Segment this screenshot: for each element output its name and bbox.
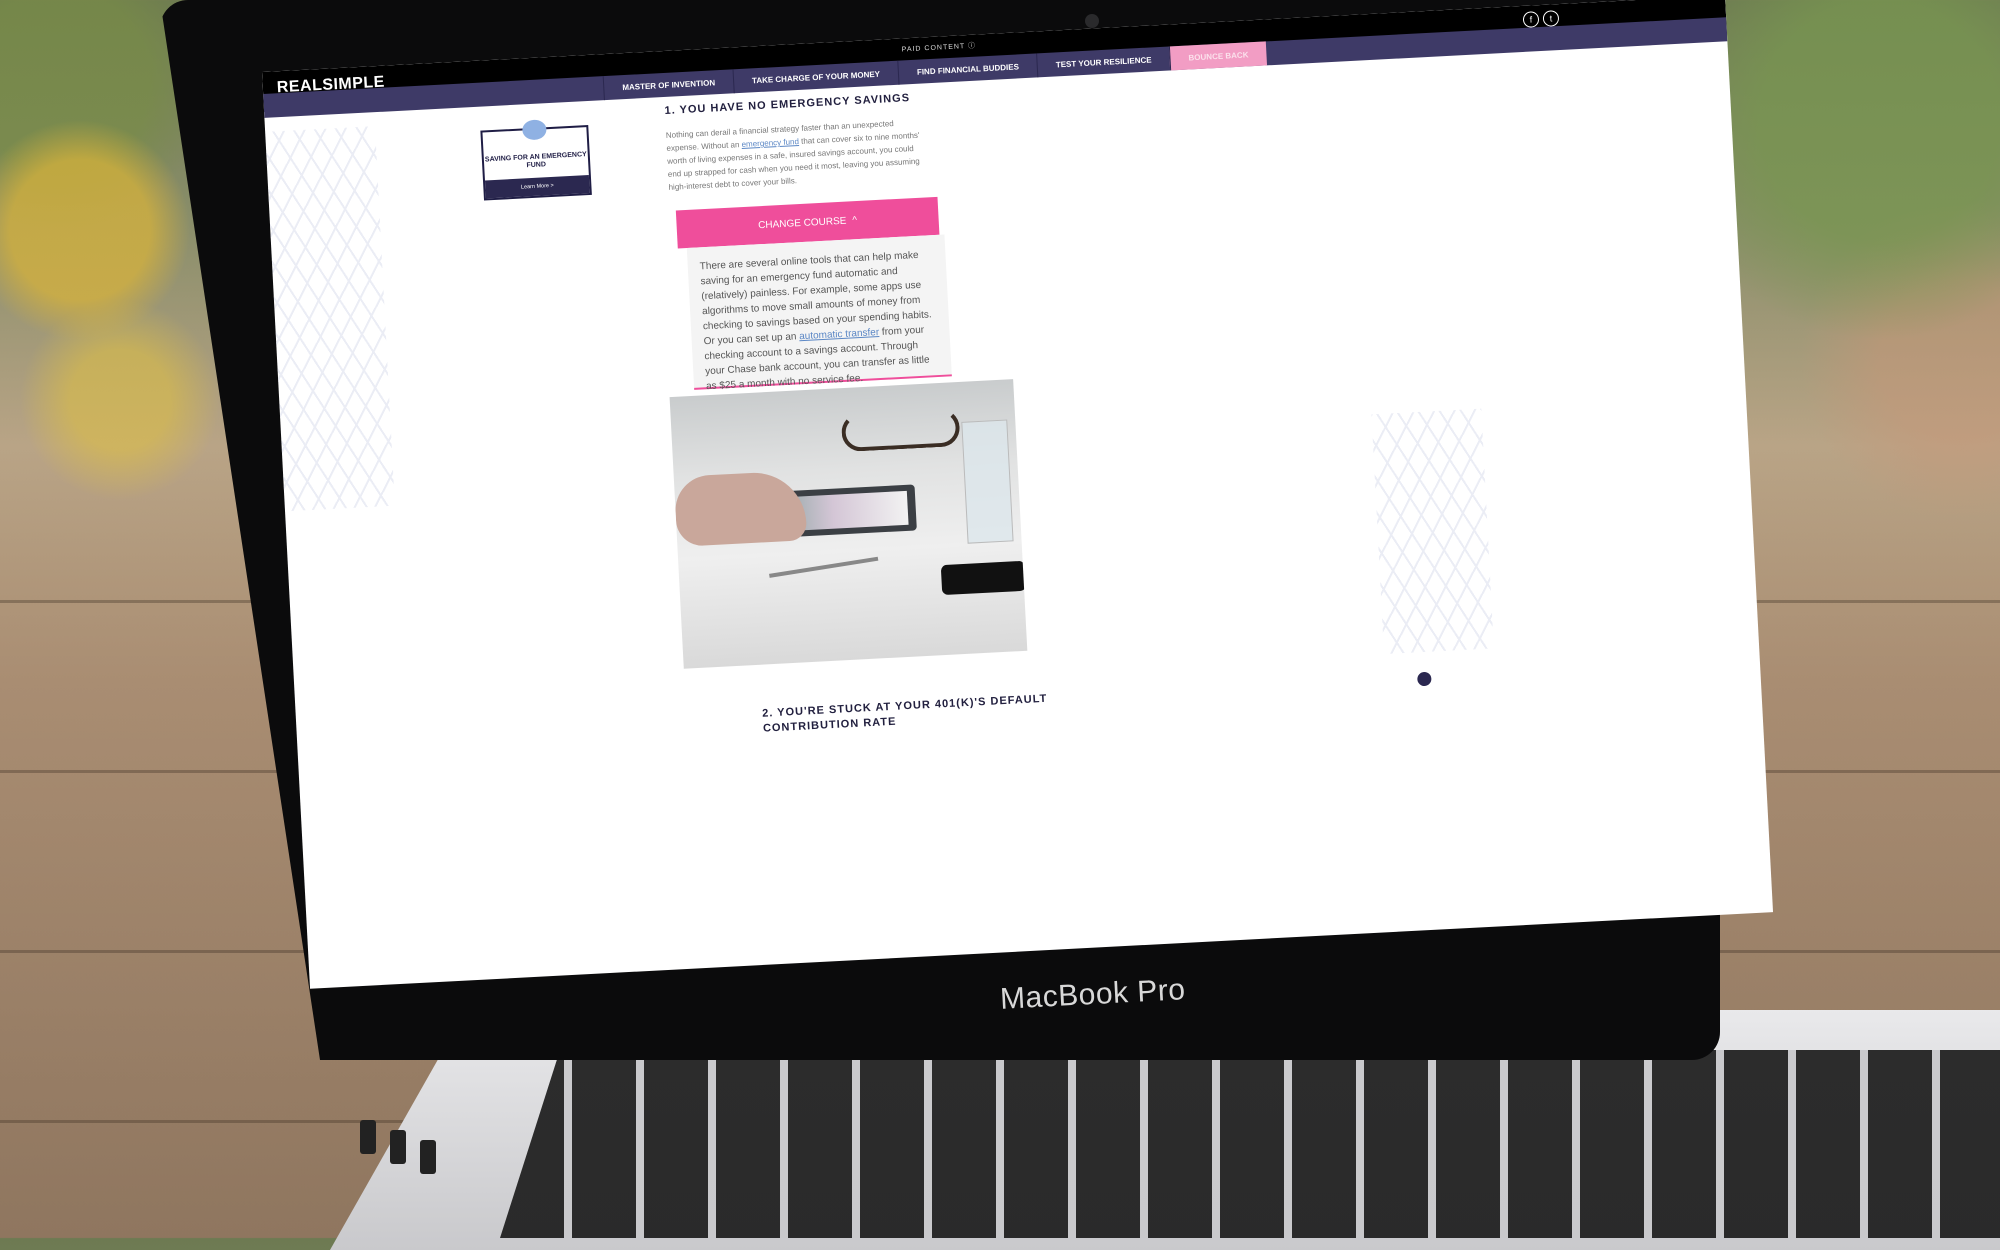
twitter-icon[interactable]: t (1542, 10, 1560, 27)
laptop-keyboard (500, 1050, 2000, 1238)
smartphone (940, 560, 1027, 596)
promo-title: SAVING FOR AN EMERGENCY FUND (484, 151, 587, 170)
learn-more-button[interactable]: Learn More > (484, 175, 590, 199)
geometric-pattern-right (1371, 408, 1494, 655)
facebook-icon[interactable]: f (1522, 11, 1540, 28)
change-course-label: CHANGE COURSE (757, 215, 847, 231)
automatic-transfer-link[interactable]: automatic transfer (799, 327, 880, 342)
usb-port (360, 1120, 376, 1154)
chevron-up-icon: ^ (852, 214, 858, 226)
accordion-text: There are several online tools that can … (699, 249, 932, 393)
usb-port (390, 1130, 406, 1164)
laptop-screen: REALSIMPLE PAID CONTENT ⓘ f t MASTER OF … (262, 0, 1774, 989)
geometric-pattern-left (265, 126, 395, 512)
pen (769, 556, 879, 578)
section-paragraph: Nothing can derail a financial strategy … (665, 119, 920, 192)
piggy-bank-icon (521, 119, 547, 141)
webcam-icon (1085, 14, 1099, 28)
paid-content-label: PAID CONTENT ⓘ (901, 42, 977, 54)
section-heading: 1. YOU HAVE NO EMERGENCY SAVINGS (664, 92, 911, 117)
accordion-panel: There are several online tools that can … (686, 234, 952, 392)
emergency-fund-link[interactable]: emergency fund (741, 137, 799, 149)
article-photo (669, 379, 1028, 669)
usb-port (420, 1140, 436, 1174)
hand (673, 470, 808, 547)
promo-card[interactable]: SAVING FOR AN EMERGENCY FUND Learn More … (480, 119, 592, 201)
eyeglasses (840, 408, 961, 453)
section-heading-2: 2. YOU'RE STUCK AT YOUR 401(K)'S DEFAULT… (761, 692, 1048, 735)
scroll-to-top-icon[interactable] (1417, 671, 1432, 687)
tab-bounce-back[interactable]: BOUNCE BACK (1168, 41, 1268, 71)
water-glass (961, 419, 1014, 544)
